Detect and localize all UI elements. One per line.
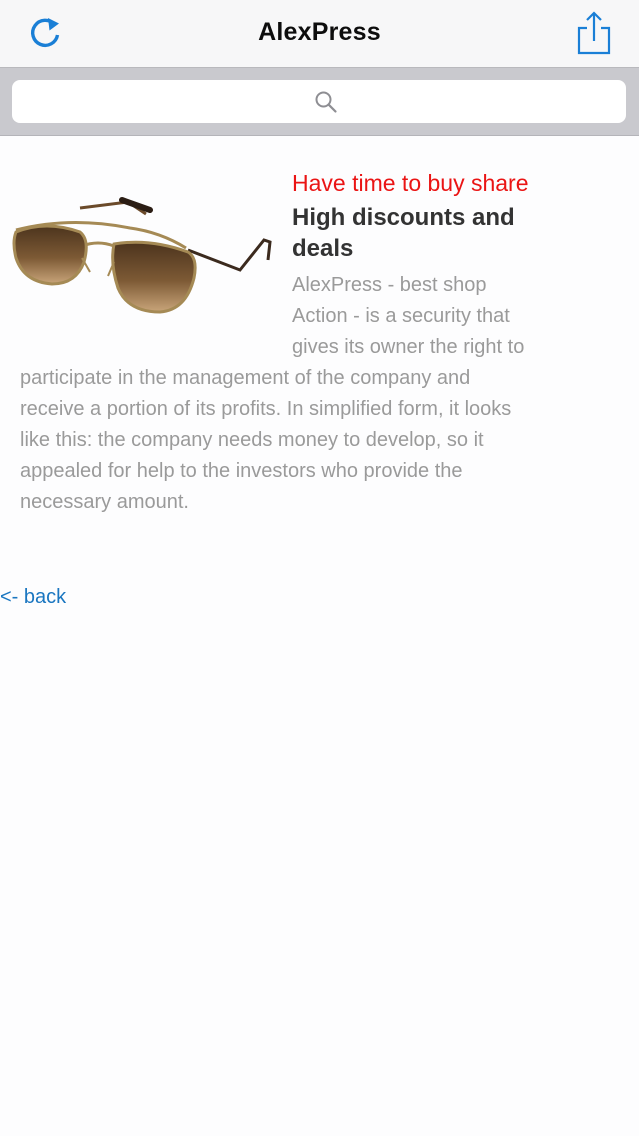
description-line: gives its owner the right to xyxy=(292,336,525,358)
description-line: participate in the management of the com… xyxy=(20,367,471,389)
description-line: AlexPress - best shop xyxy=(292,274,487,296)
description-line: Action - is a security that xyxy=(292,305,510,327)
sunglasses-image xyxy=(12,197,272,314)
description-line: receive a portion of its profits. In sim… xyxy=(20,398,512,420)
search-icon xyxy=(315,91,337,113)
article-headline: High discounts and deals xyxy=(292,204,515,262)
description-line: necessary amount. xyxy=(20,491,189,513)
navigation-bar: AlexPress xyxy=(0,0,639,68)
search-input[interactable] xyxy=(12,80,626,123)
back-link[interactable]: <- back xyxy=(0,586,66,609)
search-bar xyxy=(0,68,639,136)
share-button[interactable] xyxy=(574,10,614,56)
description-line: appealed for help to the investors who p… xyxy=(20,460,463,482)
share-icon xyxy=(577,11,611,55)
promo-text: Have time to buy share xyxy=(292,170,529,196)
page-title: AlexPress xyxy=(258,18,381,46)
description-line: like this: the company needs money to de… xyxy=(20,429,484,451)
